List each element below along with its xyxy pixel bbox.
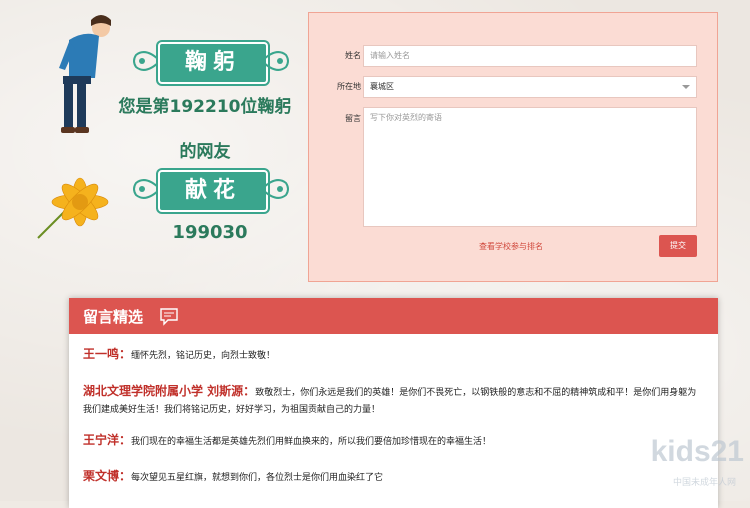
flower-count: 199030 — [172, 222, 248, 243]
message-form: 姓名 请输入姓名 所在地 襄城区 留言 写下你对英烈的寄语 查看学校参与排名 提… — [308, 12, 718, 282]
bow-banner: 鞠躬 — [132, 40, 290, 84]
message-author: 王宁洋： — [83, 433, 132, 447]
message-item: 湖北文理学院附属小学 刘斯源：致敬烈士，你们永远是我们的英雄！是你们不畏死亡，以… — [83, 383, 703, 419]
kids21-watermark: kids21 中国未成年人网 — [566, 435, 744, 495]
watermark-logo: kids21 — [650, 435, 744, 468]
message-text: 每次望见五星红旗，就想到你们，各位烈士是你们用血染红了它 — [131, 473, 384, 483]
chevron-down-icon — [682, 85, 690, 89]
featured-messages-title: 留言精选 — [83, 308, 144, 326]
location-value: 襄城区 — [370, 82, 394, 91]
chrysanthemum-flower-icon — [37, 177, 109, 239]
ornament-right-icon — [260, 179, 289, 199]
ornament-right-icon — [260, 51, 289, 71]
message-author: 栗文博： — [83, 469, 132, 483]
school-rank-link[interactable]: 查看学校参与排名 — [479, 241, 543, 252]
message-item: 王一鸣：缅怀先烈，铭记历史，向烈士致敬！ — [83, 346, 703, 365]
name-label: 姓名 — [345, 51, 361, 60]
message-textarea[interactable]: 写下你对英烈的寄语 — [363, 107, 697, 227]
visitor-count-line1: 您是第192210位鞠躬 — [118, 97, 292, 117]
bow-label[interactable]: 鞠躬 — [158, 42, 268, 84]
watermark-subtitle: 中国未成年人网 — [672, 478, 736, 488]
name-input[interactable]: 请输入姓名 — [363, 45, 697, 67]
message-author: 王一鸣： — [83, 347, 132, 361]
message-author: 湖北文理学院附属小学 刘斯源： — [83, 384, 256, 398]
bowing-person-illustration — [59, 15, 111, 133]
submit-button[interactable]: 提交 — [659, 235, 697, 257]
flower-banner: 献花 — [132, 168, 290, 212]
location-select[interactable]: 襄城区 — [363, 76, 697, 98]
flower-label[interactable]: 献花 — [158, 170, 268, 212]
message-text: 缅怀先烈，铭记历史，向烈士致敬！ — [131, 351, 276, 361]
message-label: 留言 — [345, 114, 361, 123]
chat-bubble-icon — [160, 308, 178, 326]
message-text: 我们现在的幸福生活都是英雄先烈们用鲜血换来的，所以我们要倍加珍惜现在的幸福生活！ — [131, 437, 492, 447]
featured-messages-header: 留言精选 — [69, 298, 718, 334]
visitor-count-line2: 的网友 — [179, 142, 231, 162]
location-label: 所在地 — [337, 82, 361, 91]
